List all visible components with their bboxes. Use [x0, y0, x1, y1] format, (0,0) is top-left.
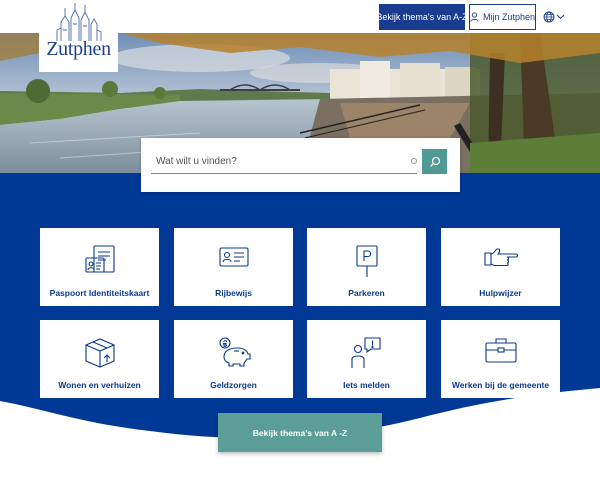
tile-label: Iets melden [343, 380, 390, 390]
language-selector[interactable] [543, 10, 567, 24]
search-icon [429, 156, 440, 167]
tile-paspoort[interactable]: Paspoort Identiteitskaart [40, 228, 159, 306]
briefcase-icon [484, 338, 517, 363]
drivers-license-icon [218, 247, 249, 267]
search-indicator-icon [411, 158, 417, 164]
tile-geldzorgen[interactable]: Geldzorgen [174, 320, 293, 398]
tile-hulpwijzer[interactable]: Hulpwijzer [441, 228, 560, 306]
city-skyline-icon [56, 3, 102, 41]
tile-label: Geldzorgen [210, 380, 257, 390]
mijn-zutphen-label: Mijn Zutphen [482, 12, 535, 22]
tile-label: Parkeren [348, 288, 385, 298]
themes-az-button[interactable]: Bekijk thema's van A-Z [376, 4, 468, 30]
themes-az-cta-button[interactable]: Bekijk thema's van A -Z [218, 413, 382, 452]
moving-box-icon [84, 338, 115, 368]
tile-label: Hulpwijzer [479, 288, 522, 298]
tile-iets-melden[interactable]: Iets melden [307, 320, 426, 398]
report-person-icon [350, 337, 381, 368]
chevron-down-icon [556, 14, 565, 20]
tile-rijbewijs[interactable]: Rijbewijs [174, 228, 293, 306]
parking-sign-icon [355, 245, 378, 277]
search-button[interactable] [422, 149, 447, 174]
globe-icon [543, 11, 555, 23]
site-logo[interactable]: Zutphen [39, 0, 118, 72]
tile-werken-bij[interactable]: Werken bij de gemeente [441, 320, 560, 398]
user-icon [470, 12, 479, 22]
search-input[interactable] [151, 150, 417, 174]
mijn-zutphen-button[interactable]: Mijn Zutphen [469, 4, 536, 30]
piggy-bank-icon [218, 337, 251, 367]
search-panel [141, 138, 460, 192]
tile-label: Rijbewijs [215, 288, 252, 298]
tile-wonen[interactable]: Wonen en verhuizen [40, 320, 159, 398]
pointing-hand-icon [483, 248, 518, 267]
tile-label: Werken bij de gemeente [451, 380, 550, 390]
tile-label: Paspoort Identiteitskaart [49, 288, 150, 298]
passport-icon [84, 245, 115, 273]
tile-label: Wonen en verhuizen [58, 380, 141, 390]
tile-parkeren[interactable]: Parkeren [307, 228, 426, 306]
logo-wordmark: Zutphen [46, 38, 111, 60]
